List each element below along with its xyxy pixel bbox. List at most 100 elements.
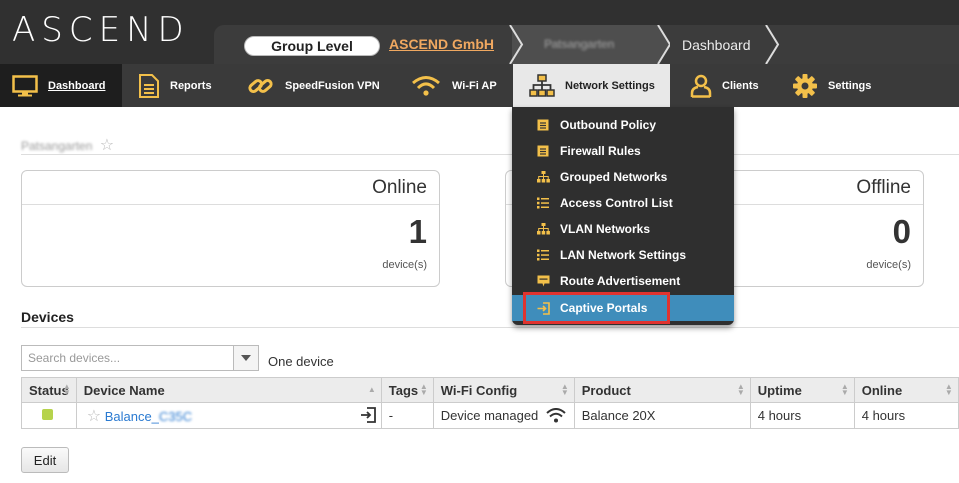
- star-outline-icon[interactable]: ☆: [100, 137, 114, 154]
- online-card: Online 1 device(s): [21, 170, 440, 287]
- col-online[interactable]: Online ▲ ▼: [853, 377, 959, 403]
- nav-wifi-ap[interactable]: Wi-Fi AP: [410, 64, 497, 107]
- highlight-annotation: [523, 292, 670, 324]
- device-name-prefix: Balance_: [104, 408, 159, 424]
- nav-settings[interactable]: Settings: [792, 64, 871, 107]
- main-nav: Dashboard Reports SpeedFusion VPN Wi-Fi …: [0, 64, 959, 107]
- app-logo[interactable]: ASCEND: [12, 10, 190, 50]
- col-uptime[interactable]: Uptime ▲ ▼: [749, 377, 855, 403]
- cell-online: 4 hours: [853, 402, 959, 429]
- device-link[interactable]: Balance_C35C: [105, 409, 192, 424]
- wifi-icon: [410, 75, 442, 97]
- bullet-list-icon: [536, 197, 550, 209]
- chevron-right-icon: [650, 25, 670, 64]
- menu-item-vlan-networks[interactable]: VLAN Networks: [512, 216, 734, 242]
- sort-icon: ▲ ▼: [736, 382, 745, 397]
- online-unit: device(s): [382, 259, 427, 271]
- portal-login-icon[interactable]: [360, 407, 376, 426]
- network-tree-icon: [536, 223, 550, 235]
- breadcrumb-group-level[interactable]: Group Level: [244, 36, 380, 56]
- cell-wifi-config: Device managed: [432, 402, 575, 429]
- menu-item-label: LAN Network Settings: [560, 248, 687, 262]
- devices-title: Devices: [21, 309, 74, 325]
- nav-label: SpeedFusion VPN: [285, 79, 380, 92]
- breadcrumb-organization[interactable]: ASCEND GmbH: [389, 36, 494, 52]
- wifi-config-value: Device managed: [440, 408, 539, 423]
- col-label: Wi-Fi Config: [440, 382, 518, 398]
- page-title: Patsangarten ☆: [21, 135, 114, 155]
- menu-item-label: Route Advertisement: [560, 274, 681, 288]
- device-count: One device: [268, 354, 334, 369]
- col-label: Device Name: [83, 382, 165, 398]
- col-product[interactable]: Product ▲ ▼: [573, 377, 751, 403]
- nav-label: Clients: [722, 79, 759, 92]
- breadcrumb-site[interactable]: Patsangarten: [544, 37, 615, 51]
- nav-label: Reports: [170, 79, 212, 92]
- online-count: 1: [408, 213, 427, 250]
- monitor-icon: [12, 74, 38, 97]
- network-tree-icon: [536, 171, 550, 183]
- chevron-right-icon: [509, 25, 524, 64]
- col-label: Product: [581, 382, 631, 398]
- menu-item-grouped-networks[interactable]: Grouped Networks: [512, 164, 734, 190]
- menu-item-label: Firewall Rules: [560, 144, 641, 158]
- menu-item-label: VLAN Networks: [560, 222, 651, 236]
- search-input[interactable]: [22, 346, 235, 370]
- col-wifi-config[interactable]: Wi-Fi Config ▲ ▼: [432, 377, 575, 403]
- devices-table: Status ▲ ▼ Device Name ▲ Tags ▲ ▼ Wi-Fi Confi…: [21, 377, 959, 429]
- table-row[interactable]: ☆ Balance_C35C - Device managed Balance …: [21, 402, 959, 429]
- document-icon: [138, 73, 160, 98]
- menu-item-label: Grouped Networks: [560, 170, 668, 184]
- search-dropdown-button[interactable]: [233, 346, 258, 370]
- wifi-icon: [546, 408, 566, 426]
- list-doc-icon: [536, 119, 550, 131]
- sort-icon: ▲ ▼: [419, 382, 428, 397]
- link-icon: [247, 74, 275, 98]
- menu-item-access-control-list[interactable]: Access Control List: [512, 190, 734, 216]
- nav-clients[interactable]: Clients: [690, 64, 759, 107]
- nav-dashboard[interactable]: Dashboard: [0, 64, 122, 107]
- sort-icon: ▲ ▼: [62, 382, 71, 397]
- edit-button[interactable]: Edit: [21, 447, 69, 473]
- col-device-name[interactable]: Device Name ▲: [75, 377, 382, 403]
- col-status[interactable]: Status ▲ ▼: [21, 377, 77, 403]
- col-label: Tags: [388, 382, 419, 398]
- menu-item-label: Access Control List: [560, 196, 673, 210]
- menu-item-outbound-policy[interactable]: Outbound Policy: [512, 112, 734, 138]
- sort-asc-icon: ▲: [367, 385, 376, 394]
- divider: [21, 327, 959, 328]
- device-name-blurred: C35C: [158, 408, 193, 424]
- menu-item-lan-network-settings[interactable]: LAN Network Settings: [512, 242, 734, 268]
- col-label: Uptime: [757, 382, 802, 398]
- breadcrumb-current: Dashboard: [682, 37, 751, 53]
- sort-icon: ▲ ▼: [560, 382, 569, 397]
- breadcrumb: Group Level ASCEND GmbH Patsangarten Das…: [214, 25, 959, 64]
- sort-icon: ▲ ▼: [944, 382, 953, 397]
- nav-reports[interactable]: Reports: [138, 64, 212, 107]
- device-search: [21, 345, 259, 371]
- menu-item-route-advertisement[interactable]: Route Advertisement: [512, 268, 734, 294]
- nav-label: Dashboard: [48, 79, 106, 92]
- col-label: Online: [861, 382, 903, 398]
- gear-icon: [792, 73, 818, 99]
- cell-tags: -: [380, 402, 434, 429]
- star-outline-icon[interactable]: ☆: [87, 408, 101, 425]
- list-doc-icon: [536, 145, 550, 157]
- bullet-list-icon: [536, 249, 550, 261]
- top-header: ASCEND Group Level ASCEND GmbH Patsangar…: [0, 0, 959, 64]
- online-label: Online: [22, 171, 439, 205]
- chevron-right-icon: [765, 25, 780, 64]
- cell-uptime: 4 hours: [749, 402, 855, 429]
- site-name: Patsangarten: [21, 139, 93, 153]
- nav-network-settings[interactable]: Network Settings: [513, 64, 670, 107]
- menu-item-firewall-rules[interactable]: Firewall Rules: [512, 138, 734, 164]
- sort-icon: ▲ ▼: [840, 382, 849, 397]
- rds-icon: [536, 275, 550, 287]
- nav-label: Settings: [828, 79, 872, 92]
- col-tags[interactable]: Tags ▲ ▼: [380, 377, 434, 403]
- table-header-row: Status ▲ ▼ Device Name ▲ Tags ▲ ▼ Wi-Fi Confi…: [21, 377, 959, 403]
- nav-label: Network Settings: [565, 79, 655, 92]
- cell-product: Balance 20X: [573, 402, 751, 429]
- nav-speedfusion-vpn[interactable]: SpeedFusion VPN: [247, 64, 380, 107]
- person-icon: [690, 74, 712, 98]
